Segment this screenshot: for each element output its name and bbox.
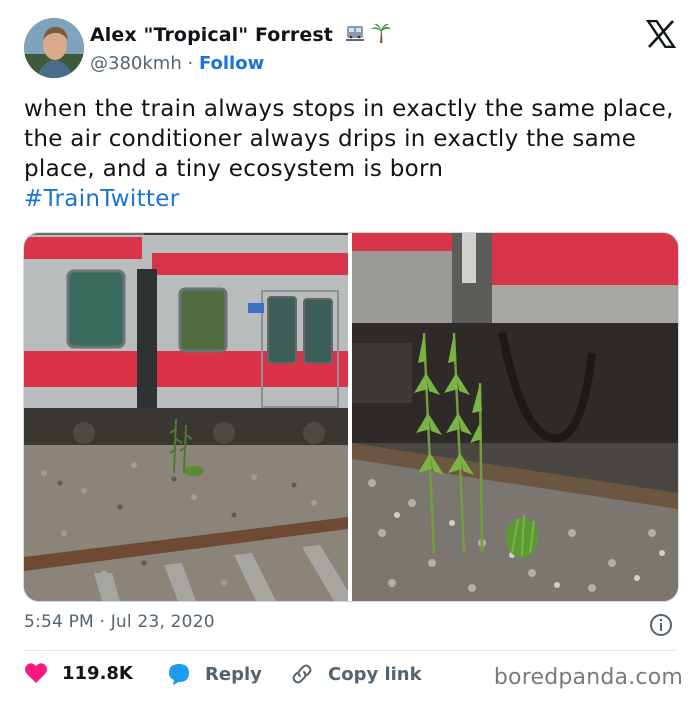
train-station-icon [344,22,366,49]
separator: · [187,53,194,74]
like-count: 119.8K [62,662,133,684]
divider [24,650,676,651]
handle-row: @380kmh · Follow [90,53,392,74]
like-button[interactable]: 119.8K [24,662,133,684]
media-grid[interactable] [23,232,679,602]
avatar[interactable] [24,18,84,78]
watermark: boredpanda.com [493,665,683,690]
palm-tree-icon [370,22,392,49]
hashtag-link[interactable]: #TrainTwitter [24,186,179,212]
tweet-text: when the train always stops in exactly t… [24,94,674,214]
photo-train-wide[interactable] [24,233,348,601]
heart-icon [25,663,47,683]
link-icon [292,664,312,684]
tweet-timestamp[interactable]: 5:54 PM · Jul 23, 2020 [24,612,215,632]
photo-plant-closeup[interactable] [352,233,678,601]
copy-link-label: Copy link [328,663,422,685]
copy-link-button[interactable]: Copy link [290,662,422,686]
display-name[interactable]: Alex "Tropical" Forrest [90,24,333,46]
info-icon[interactable] [649,613,673,637]
handle[interactable]: @380kmh [90,53,182,74]
tweet-header: Alex "Tropical" Forrest @380kmh · Follow [24,18,680,80]
x-logo-icon[interactable] [645,19,677,49]
author-block: Alex "Tropical" Forrest @380kmh · Follow [90,22,392,74]
reply-bubble-icon [169,664,189,685]
follow-button[interactable]: Follow [199,53,264,74]
tweet-body: when the train always stops in exactly t… [24,96,674,182]
reply-label: Reply [205,663,262,685]
reply-button[interactable]: Reply [167,662,262,686]
